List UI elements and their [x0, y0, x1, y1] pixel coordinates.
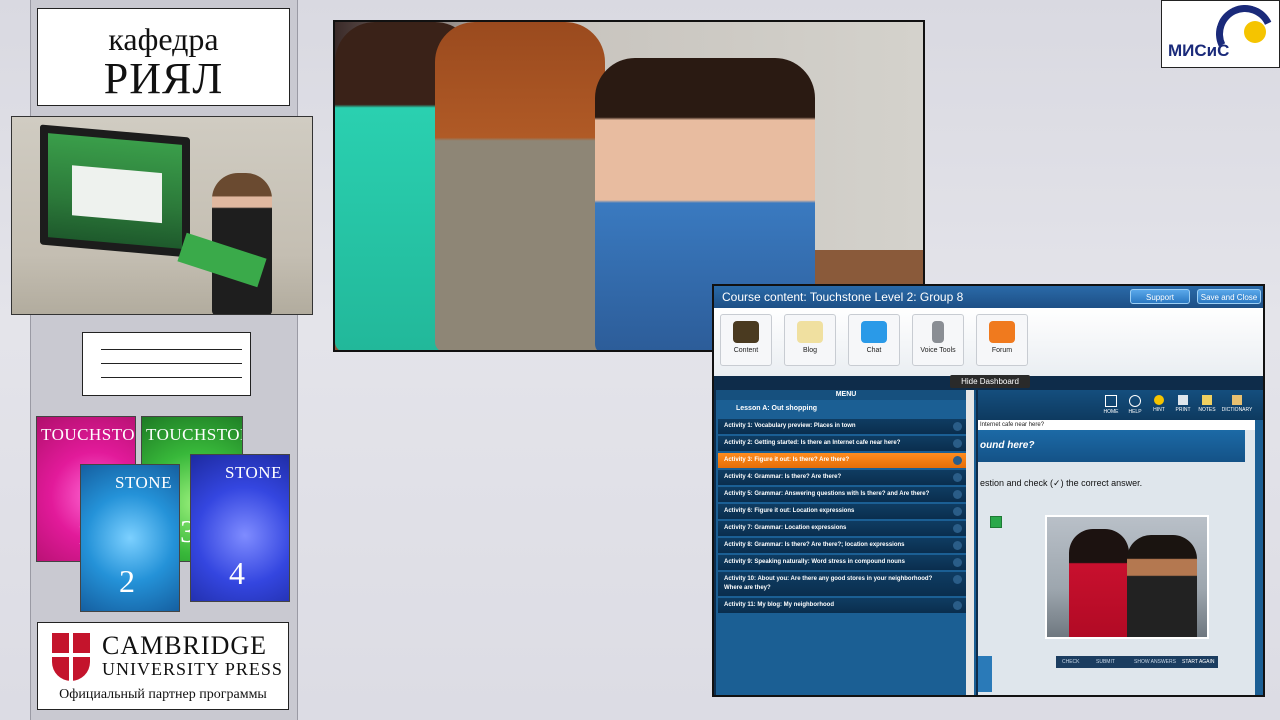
activity-item[interactable]: Activity 1: Vocabulary preview: Places i…	[718, 419, 966, 434]
dictionary-icon	[1232, 395, 1242, 405]
logo-text: МИСиС	[1168, 41, 1230, 60]
expand-icon	[953, 541, 962, 550]
pencil-paper-icon	[797, 321, 823, 343]
printer-icon	[1178, 395, 1188, 405]
touchstone-book-covers: TOUCHSTONE 1 TOUCHSTONE 3 STONE 4 STONE …	[36, 414, 292, 614]
instruction-text: estion and check (✓) the correct answer.	[980, 478, 1143, 488]
hint-button[interactable]: HINT	[1146, 395, 1172, 413]
misis-logo: МИСиС	[1161, 0, 1280, 72]
tool-content[interactable]: Content	[720, 314, 772, 366]
save-close-button[interactable]: Save and Close	[1197, 289, 1261, 304]
expand-icon	[953, 507, 962, 516]
blank-lines-box	[82, 332, 251, 396]
course-app-window: Course content: Touchstone Level 2: Grou…	[712, 284, 1265, 697]
dashboard-toolbar: Content Blog Chat Voice Tools Forum	[714, 308, 1263, 376]
department-name: РИЯЛ	[103, 54, 224, 103]
answer-controls: CHECK SUBMIT SHOW ANSWERS START AGAIN	[1056, 656, 1218, 668]
speech-bubble-icon	[861, 321, 887, 343]
start-again-button[interactable]: START AGAIN	[1182, 656, 1215, 668]
help-button[interactable]: HELP	[1122, 395, 1148, 415]
activity-breadcrumb: Internet cafe near here?	[978, 420, 1263, 430]
notes-icon	[1202, 395, 1212, 405]
expand-icon	[953, 601, 962, 610]
department-sign: кафедра РИЯЛ	[37, 8, 290, 106]
activity-item-selected[interactable]: Activity 3: Figure it out: Is there? Are…	[718, 453, 966, 468]
activity-item[interactable]: Activity 11: My blog: My neighborhood	[718, 598, 966, 613]
book-cover-4: STONE 4	[190, 454, 290, 602]
check-button[interactable]: CHECK	[1062, 656, 1080, 668]
expand-icon	[953, 490, 962, 499]
lightbulb-icon	[1154, 395, 1164, 405]
activity-item[interactable]: Activity 2: Getting started: Is there an…	[718, 436, 966, 451]
expand-icon	[953, 575, 962, 584]
expand-icon	[953, 524, 962, 533]
video-man	[1127, 535, 1197, 637]
tool-forum[interactable]: Forum	[976, 314, 1028, 366]
expand-icon	[953, 558, 962, 567]
cambridge-name: CAMBRIDGE	[102, 631, 268, 660]
activity-item[interactable]: Activity 9: Speaking naturally: Word str…	[718, 555, 966, 570]
pane-scrollbar[interactable]	[1255, 420, 1263, 695]
department-label: кафедра	[108, 21, 219, 57]
video-woman	[1069, 529, 1129, 637]
menu-title: MENU	[716, 390, 976, 400]
activity-menu: MENU Lesson A: Out shopping Activity 1: …	[716, 390, 976, 695]
interactive-whiteboard	[40, 124, 190, 258]
student-2	[435, 22, 605, 350]
home-button[interactable]: HOME	[1098, 395, 1124, 415]
activity-item[interactable]: Activity 7: Grammar: Location expression…	[718, 521, 966, 536]
cambridge-press-sign: CAMBRIDGE UNIVERSITY PRESS Официальный п…	[37, 622, 289, 710]
activity-item[interactable]: Activity 10: About you: Are there any go…	[718, 572, 966, 596]
forum-bubbles-icon	[989, 321, 1015, 343]
tool-chat[interactable]: Chat	[848, 314, 900, 366]
expand-icon	[953, 439, 962, 448]
university-press-name: UNIVERSITY PRESS	[102, 659, 283, 679]
tool-voice-tools[interactable]: Voice Tools	[912, 314, 964, 366]
tool-blog[interactable]: Blog	[784, 314, 836, 366]
partner-caption: Официальный партнер программы	[59, 687, 267, 702]
submit-button[interactable]: SUBMIT	[1096, 656, 1115, 668]
activity-item[interactable]: Activity 5: Grammar: Answering questions…	[718, 487, 966, 502]
print-button[interactable]: PRINT	[1170, 395, 1196, 413]
activity-item[interactable]: Activity 4: Grammar: Is there? Are there…	[718, 470, 966, 485]
hide-dashboard-button[interactable]: Hide Dashboard	[950, 375, 1030, 388]
teacher-photo	[11, 116, 313, 315]
lesson-heading[interactable]: Lesson A: Out shopping	[716, 400, 976, 418]
question-banner: ound here?	[978, 430, 1245, 462]
film-music-icon	[733, 321, 759, 343]
expand-icon	[953, 422, 962, 431]
show-answers-button[interactable]: SHOW ANSWERS	[1134, 656, 1176, 668]
dictionary-button[interactable]: DICTIONARY	[1220, 395, 1254, 413]
answer-checkbox[interactable]	[990, 516, 1002, 528]
expand-icon	[953, 456, 962, 465]
expand-icon	[953, 473, 962, 482]
activity-pane: HOME HELP HINT PRINT NOTES DICTIONARY In…	[978, 390, 1263, 695]
side-panel-tab[interactable]	[978, 656, 992, 692]
support-button[interactable]: Support	[1130, 289, 1190, 304]
activity-item[interactable]: Activity 8: Grammar: Is there? Are there…	[718, 538, 966, 553]
notes-button[interactable]: NOTES	[1194, 395, 1220, 413]
video-thumbnail[interactable]	[1045, 515, 1209, 639]
activity-item[interactable]: Activity 6: Figure it out: Location expr…	[718, 504, 966, 519]
home-icon	[1105, 395, 1117, 407]
activity-nav-bar: HOME HELP HINT PRINT NOTES DICTIONARY	[978, 390, 1263, 420]
help-icon	[1129, 395, 1141, 407]
menu-scrollbar[interactable]	[966, 390, 974, 695]
logo-sun-icon	[1244, 21, 1266, 43]
book-cover-2: STONE 2	[80, 464, 180, 612]
microphone-icon	[932, 321, 944, 343]
cambridge-crest-icon	[52, 633, 90, 681]
